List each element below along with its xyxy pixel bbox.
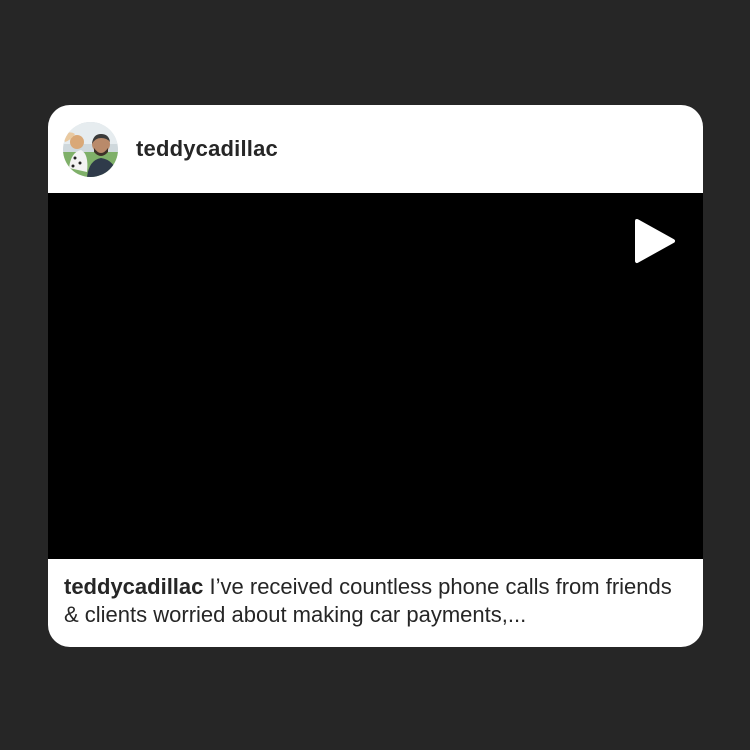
profile-photo-icon [63,121,118,177]
post-caption: teddycadillac I’ve received countless ph… [48,559,703,629]
play-icon[interactable] [633,217,677,265]
post-username[interactable]: teddycadillac [136,136,278,162]
post-header: teddycadillac [48,105,703,193]
caption-username[interactable]: teddycadillac [64,574,203,599]
post-card: teddycadillac teddycadillac I’ve receive… [48,105,703,647]
avatar[interactable] [63,121,118,177]
video-player[interactable] [48,193,703,559]
